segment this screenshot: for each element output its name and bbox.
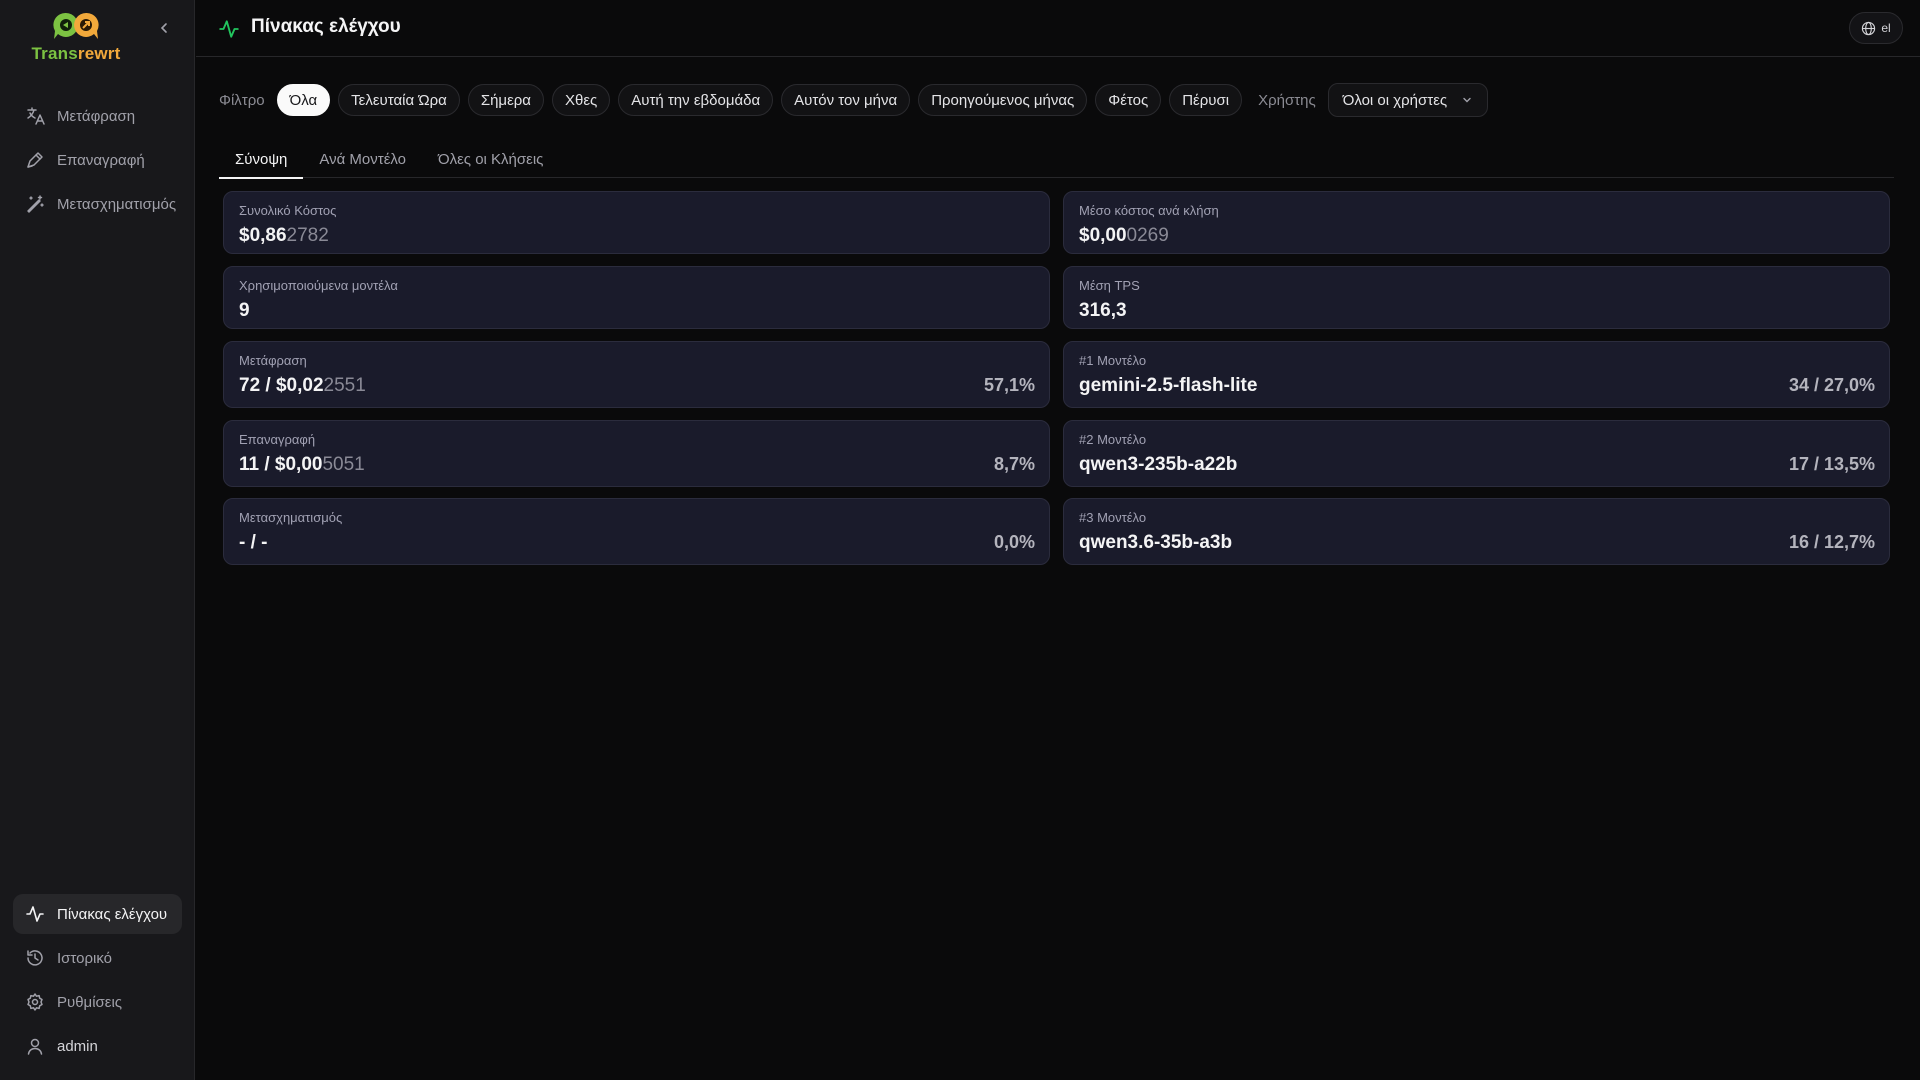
card-model-1: #1 Μοντέλο gemini-2.5-flash-lite 34 / 27… — [1063, 341, 1890, 408]
globe-icon — [1862, 21, 1876, 35]
magic-wand-icon — [27, 195, 44, 213]
card-value: $0,862782 — [239, 225, 329, 246]
filter-chip-today[interactable]: Σήμερα — [467, 84, 544, 116]
card-percentage: 34 / 27,0% — [1788, 375, 1875, 395]
logo-icon — [26, 10, 126, 42]
card-value: $0,000269 — [1079, 225, 1169, 246]
filter-chip-all[interactable]: Όλα — [276, 84, 331, 116]
tab-all-calls[interactable]: Όλες οι Κλήσεις — [422, 140, 559, 178]
sidebar-item-label: Μετάφραση — [57, 107, 136, 125]
filter-chip-yesterday[interactable]: Χθες — [551, 84, 611, 116]
card-label: Μέση TPS — [1079, 278, 1140, 293]
card-value: 72 / $0,022551 — [239, 375, 366, 396]
filter-chip-last-year[interactable]: Πέρυσι — [1169, 84, 1243, 116]
card-percentage: 57,1% — [983, 375, 1035, 395]
card-percentage: 16 / 12,7% — [1788, 532, 1875, 552]
card-value: 316,3 — [1079, 300, 1127, 321]
sidebar-item-label: Μετασχηματισμός — [57, 195, 177, 213]
activity-icon — [219, 20, 239, 38]
card-value: qwen3-235b-a22b — [1079, 454, 1238, 475]
card-transform: Μετασχηματισμός - / - 0,0% — [223, 498, 1050, 565]
user-select[interactable]: Όλοι οι χρήστες — [1327, 83, 1489, 117]
tab-summary[interactable]: Σύνοψη — [219, 140, 304, 179]
card-label: Μέσο κόστος ανά κλήση — [1079, 203, 1219, 218]
sidebar-item-translate[interactable]: Μετάφραση — [13, 96, 182, 136]
language-code: el — [1881, 21, 1891, 35]
user-icon — [27, 1038, 43, 1055]
filter-chip-previous-month[interactable]: Προηγούμενος μήνας — [918, 84, 1088, 116]
sidebar-item-settings[interactable]: Ρυθμίσεις — [13, 982, 182, 1022]
gear-icon — [27, 993, 43, 1011]
card-translate: Μετάφραση 72 / $0,022551 57,1% — [223, 341, 1050, 408]
app-logo[interactable]: Transrewrt — [26, 10, 126, 70]
card-avg-tps: Μέση TPS 316,3 — [1063, 266, 1890, 329]
translate-icon — [27, 107, 45, 125]
card-label: Επαναγραφή — [239, 432, 316, 447]
card-label: #2 Μοντέλο — [1079, 432, 1147, 447]
card-value: qwen3.6-35b-a3b — [1079, 532, 1233, 553]
activity-icon — [26, 906, 44, 922]
card-model-2: #2 Μοντέλο qwen3-235b-a22b 17 / 13,5% — [1063, 420, 1890, 487]
sidebar-item-history[interactable]: Ιστορικό — [13, 938, 182, 978]
card-percentage: 8,7% — [993, 454, 1035, 474]
card-rewrite: Επαναγραφή 11 / $0,005051 8,7% — [223, 420, 1050, 487]
chevron-left-icon — [160, 23, 167, 33]
language-button[interactable]: el — [1849, 12, 1903, 44]
card-value: - / - — [239, 532, 268, 553]
sidebar-item-label: Ρυθμίσεις — [57, 993, 123, 1011]
sidebar-item-label: Πίνακας ελέγχου — [57, 905, 168, 923]
card-value: gemini-2.5-flash-lite — [1079, 375, 1258, 396]
filter-bar: Φίλτρο Όλα Τελευταία Ώρα Σήμερα Χθες Αυτ… — [219, 83, 1489, 117]
card-label: Συνολικό Κόστος — [239, 203, 337, 218]
sidebar: Transrewrt Μετάφραση Επαναγραφή Μετασχημ… — [0, 0, 195, 1080]
filter-chip-last-hour[interactable]: Τελευταία Ώρα — [338, 84, 460, 116]
card-avg-cost: Μέσο κόστος ανά κλήση $0,000269 — [1063, 191, 1890, 254]
history-icon — [27, 950, 43, 966]
sidebar-item-label: admin — [57, 1037, 98, 1055]
filter-chip-this-year[interactable]: Φέτος — [1095, 84, 1162, 116]
card-percentage: 17 / 13,5% — [1788, 454, 1875, 474]
user-select-value: Όλοι οι χρήστες — [1342, 91, 1448, 109]
card-total-cost: Συνολικό Κόστος $0,862782 — [223, 191, 1050, 254]
filter-chip-this-month[interactable]: Αυτόν τον μήνα — [781, 84, 911, 116]
sidebar-item-rewrite[interactable]: Επαναγραφή — [13, 140, 182, 180]
chevron-down-icon — [1463, 97, 1471, 103]
sidebar-item-label: Ιστορικό — [57, 949, 113, 967]
card-models-used: Χρησιμοποιούμενα μοντέλα 9 — [223, 266, 1050, 329]
sidebar-item-transform[interactable]: Μετασχηματισμός — [13, 184, 182, 224]
card-label: Χρησιμοποιούμενα μοντέλα — [239, 278, 398, 293]
sidebar-item-label: Επαναγραφή — [57, 151, 145, 169]
page-title: Πίνακας ελέγχου — [251, 16, 401, 37]
page-header: Πίνακας ελέγχου el — [196, 0, 1920, 57]
card-label: #1 Μοντέλο — [1079, 353, 1147, 368]
card-label: #3 Μοντέλο — [1079, 510, 1147, 525]
user-filter-label: Χρήστης — [1258, 91, 1316, 109]
sidebar-item-dashboard[interactable]: Πίνακας ελέγχου — [13, 894, 182, 934]
card-label: Μετασχηματισμός — [239, 510, 343, 525]
card-model-3: #3 Μοντέλο qwen3.6-35b-a3b 16 / 12,7% — [1063, 498, 1890, 565]
collapse-sidebar-button[interactable] — [154, 18, 174, 38]
card-percentage: 0,0% — [993, 532, 1035, 552]
app-name: Transrewrt — [31, 44, 121, 63]
filter-chip-this-week[interactable]: Αυτή την εβδομάδα — [618, 84, 774, 116]
card-value: 11 / $0,005051 — [239, 454, 365, 475]
card-label: Μετάφραση — [239, 353, 307, 368]
filter-label: Φίλτρο — [219, 91, 265, 109]
sidebar-item-user[interactable]: admin — [13, 1026, 182, 1066]
dashboard-tabs: Σύνοψη Ανά Μοντέλο Όλες οι Κλήσεις — [219, 140, 1894, 179]
tab-per-model[interactable]: Ανά Μοντέλο — [303, 140, 422, 178]
card-value: 9 — [239, 300, 250, 321]
pen-icon — [27, 152, 43, 168]
